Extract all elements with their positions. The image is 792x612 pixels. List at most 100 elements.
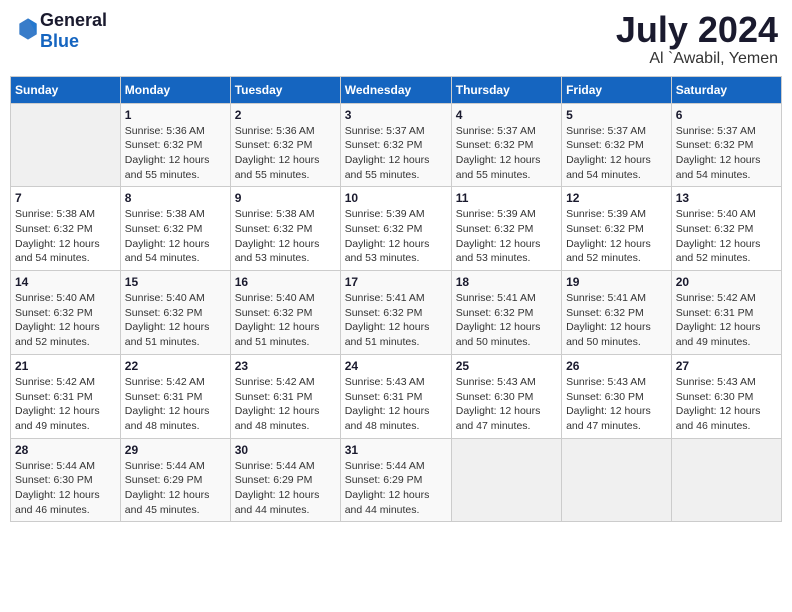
day-info: Sunrise: 5:39 AM Sunset: 6:32 PM Dayligh…	[456, 207, 557, 266]
calendar-cell	[451, 438, 561, 522]
calendar-cell: 2 Sunrise: 5:36 AM Sunset: 6:32 PM Daylig…	[230, 103, 340, 187]
day-info: Sunrise: 5:42 AM Sunset: 6:31 PM Dayligh…	[125, 375, 226, 434]
calendar-cell: 31Sunrise: 5:44 AM Sunset: 6:29 PM Dayli…	[340, 438, 451, 522]
calendar-cell: 26 Sunrise: 5:43 AM Sunset: 6:30 PM Dayli…	[562, 354, 672, 438]
weekday-header-monday: Monday	[120, 76, 230, 103]
day-number: 31	[345, 443, 447, 457]
weekday-header-tuesday: Tuesday	[230, 76, 340, 103]
day-number: 2	[235, 108, 336, 122]
day-info: Sunrise: 5:43 AM Sunset: 6:30 PM Dayligh…	[566, 375, 667, 434]
calendar-cell: 13 Sunrise: 5:40 AM Sunset: 6:32 PM Dayli…	[671, 187, 781, 271]
day-info: Sunrise: 5:37 AM Sunset: 6:32 PM Dayligh…	[345, 124, 447, 183]
day-info: Sunrise: 5:44 AM Sunset: 6:29 PM Dayligh…	[235, 459, 336, 518]
day-info: Sunrise: 5:41 AM Sunset: 6:32 PM Dayligh…	[566, 291, 667, 350]
calendar-cell: 18 Sunrise: 5:41 AM Sunset: 6:32 PM Dayli…	[451, 271, 561, 355]
day-number: 13	[676, 191, 777, 205]
calendar-week-row: 21 Sunrise: 5:42 AM Sunset: 6:31 PM Dayli…	[11, 354, 782, 438]
title-area: July 2024 Al `Awabil, Yemen	[616, 10, 778, 68]
day-info: Sunrise: 5:43 AM Sunset: 6:30 PM Dayligh…	[456, 375, 557, 434]
day-info: Sunrise: 5:37 AM Sunset: 6:32 PM Dayligh…	[566, 124, 667, 183]
day-number: 16	[235, 275, 336, 289]
weekday-header-wednesday: Wednesday	[340, 76, 451, 103]
day-number: 17	[345, 275, 447, 289]
day-number: 22	[125, 359, 226, 373]
day-number: 28	[15, 443, 116, 457]
day-number: 3	[345, 108, 447, 122]
day-info: Sunrise: 5:41 AM Sunset: 6:32 PM Dayligh…	[345, 291, 447, 350]
calendar-cell: 15Sunrise: 5:40 AM Sunset: 6:32 PM Dayli…	[120, 271, 230, 355]
day-number: 20	[676, 275, 777, 289]
day-number: 11	[456, 191, 557, 205]
calendar-cell: 20Sunrise: 5:42 AM Sunset: 6:31 PM Dayli…	[671, 271, 781, 355]
calendar-cell: 27 Sunrise: 5:43 AM Sunset: 6:30 PM Dayli…	[671, 354, 781, 438]
day-info: Sunrise: 5:40 AM Sunset: 6:32 PM Dayligh…	[15, 291, 116, 350]
header: General Blue July 2024 Al `Awabil, Yemen	[10, 10, 782, 68]
calendar-cell: 10 Sunrise: 5:39 AM Sunset: 6:32 PM Dayli…	[340, 187, 451, 271]
day-info: Sunrise: 5:38 AM Sunset: 6:32 PM Dayligh…	[235, 207, 336, 266]
logo-text: General Blue	[40, 10, 107, 52]
day-number: 19	[566, 275, 667, 289]
calendar-cell: 23Sunrise: 5:42 AM Sunset: 6:31 PM Dayli…	[230, 354, 340, 438]
logo: General Blue	[14, 10, 107, 52]
calendar-cell: 29Sunrise: 5:44 AM Sunset: 6:29 PM Dayli…	[120, 438, 230, 522]
day-info: Sunrise: 5:43 AM Sunset: 6:30 PM Dayligh…	[676, 375, 777, 434]
day-number: 21	[15, 359, 116, 373]
day-number: 1	[125, 108, 226, 122]
calendar-cell	[671, 438, 781, 522]
calendar-cell	[562, 438, 672, 522]
calendar-week-row: 28 Sunrise: 5:44 AM Sunset: 6:30 PM Dayli…	[11, 438, 782, 522]
calendar-cell: 16Sunrise: 5:40 AM Sunset: 6:32 PM Dayli…	[230, 271, 340, 355]
calendar-cell: 5 Sunrise: 5:37 AM Sunset: 6:32 PM Daylig…	[562, 103, 672, 187]
day-info: Sunrise: 5:44 AM Sunset: 6:30 PM Dayligh…	[15, 459, 116, 518]
calendar-cell: 6Sunrise: 5:37 AM Sunset: 6:32 PM Daylig…	[671, 103, 781, 187]
day-info: Sunrise: 5:38 AM Sunset: 6:32 PM Dayligh…	[15, 207, 116, 266]
calendar-cell: 30 Sunrise: 5:44 AM Sunset: 6:29 PM Dayli…	[230, 438, 340, 522]
calendar-cell: 25 Sunrise: 5:43 AM Sunset: 6:30 PM Dayli…	[451, 354, 561, 438]
calendar-cell: 28 Sunrise: 5:44 AM Sunset: 6:30 PM Dayli…	[11, 438, 121, 522]
calendar-cell: 11 Sunrise: 5:39 AM Sunset: 6:32 PM Dayli…	[451, 187, 561, 271]
day-number: 29	[125, 443, 226, 457]
calendar-cell: 24Sunrise: 5:43 AM Sunset: 6:31 PM Dayli…	[340, 354, 451, 438]
day-number: 27	[676, 359, 777, 373]
calendar-cell: 21Sunrise: 5:42 AM Sunset: 6:31 PM Dayli…	[11, 354, 121, 438]
day-info: Sunrise: 5:36 AM Sunset: 6:32 PM Dayligh…	[235, 124, 336, 183]
day-info: Sunrise: 5:43 AM Sunset: 6:31 PM Dayligh…	[345, 375, 447, 434]
day-number: 18	[456, 275, 557, 289]
day-info: Sunrise: 5:37 AM Sunset: 6:32 PM Dayligh…	[456, 124, 557, 183]
day-number: 9	[235, 191, 336, 205]
calendar-cell	[11, 103, 121, 187]
calendar-cell: 22 Sunrise: 5:42 AM Sunset: 6:31 PM Dayli…	[120, 354, 230, 438]
day-number: 12	[566, 191, 667, 205]
weekday-header-saturday: Saturday	[671, 76, 781, 103]
calendar-cell: 17 Sunrise: 5:41 AM Sunset: 6:32 PM Dayli…	[340, 271, 451, 355]
day-number: 6	[676, 108, 777, 122]
day-number: 14	[15, 275, 116, 289]
day-number: 30	[235, 443, 336, 457]
day-number: 5	[566, 108, 667, 122]
calendar-cell: 19 Sunrise: 5:41 AM Sunset: 6:32 PM Dayli…	[562, 271, 672, 355]
day-info: Sunrise: 5:41 AM Sunset: 6:32 PM Dayligh…	[456, 291, 557, 350]
location-title: Al `Awabil, Yemen	[616, 50, 778, 68]
calendar-week-row: 7Sunrise: 5:38 AM Sunset: 6:32 PM Daylig…	[11, 187, 782, 271]
calendar-table: SundayMondayTuesdayWednesdayThursdayFrid…	[10, 76, 782, 523]
day-info: Sunrise: 5:36 AM Sunset: 6:32 PM Dayligh…	[125, 124, 226, 183]
day-info: Sunrise: 5:39 AM Sunset: 6:32 PM Dayligh…	[345, 207, 447, 266]
calendar-cell: 12 Sunrise: 5:39 AM Sunset: 6:32 PM Dayli…	[562, 187, 672, 271]
day-info: Sunrise: 5:40 AM Sunset: 6:32 PM Dayligh…	[676, 207, 777, 266]
day-number: 10	[345, 191, 447, 205]
calendar-cell: 14 Sunrise: 5:40 AM Sunset: 6:32 PM Dayli…	[11, 271, 121, 355]
day-info: Sunrise: 5:38 AM Sunset: 6:32 PM Dayligh…	[125, 207, 226, 266]
calendar-week-row: 14 Sunrise: 5:40 AM Sunset: 6:32 PM Dayli…	[11, 271, 782, 355]
calendar-cell: 8Sunrise: 5:38 AM Sunset: 6:32 PM Daylig…	[120, 187, 230, 271]
day-number: 25	[456, 359, 557, 373]
day-number: 4	[456, 108, 557, 122]
calendar-cell: 3 Sunrise: 5:37 AM Sunset: 6:32 PM Daylig…	[340, 103, 451, 187]
calendar-cell: 7Sunrise: 5:38 AM Sunset: 6:32 PM Daylig…	[11, 187, 121, 271]
calendar-cell: 9 Sunrise: 5:38 AM Sunset: 6:32 PM Daylig…	[230, 187, 340, 271]
calendar-week-row: 1 Sunrise: 5:36 AM Sunset: 6:32 PM Daylig…	[11, 103, 782, 187]
day-number: 26	[566, 359, 667, 373]
weekday-header-sunday: Sunday	[11, 76, 121, 103]
logo-mark	[14, 17, 40, 46]
day-info: Sunrise: 5:39 AM Sunset: 6:32 PM Dayligh…	[566, 207, 667, 266]
weekday-header-friday: Friday	[562, 76, 672, 103]
